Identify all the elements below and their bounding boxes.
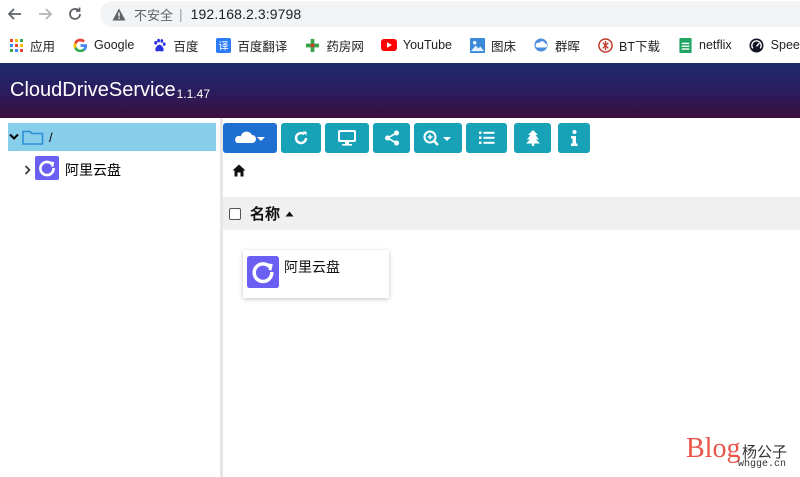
bookmark-label: 药房网 [326, 39, 364, 54]
home-icon [232, 164, 246, 177]
folder-icon [22, 129, 44, 145]
aliyun-drive-logo-icon [247, 256, 279, 293]
monitor-icon [338, 130, 356, 146]
bookmark-netflix[interactable]: netflix [677, 37, 732, 53]
tree-item-aliyun[interactable]: 阿里云盘 [22, 155, 121, 185]
cloud-dropdown-button[interactable] [223, 123, 277, 153]
reload-button[interactable] [60, 0, 90, 28]
zoom-dropdown-button[interactable] [414, 123, 462, 153]
column-header-name[interactable]: 名称 [250, 203, 280, 224]
baidu-paw-icon [151, 37, 167, 53]
forward-button[interactable] [30, 0, 60, 28]
bookmark-bt-download[interactable]: BT下载 [597, 36, 660, 55]
bookmark-label: 百度 [173, 39, 199, 54]
back-arrow-icon [7, 8, 21, 20]
file-list-header: 名称 [223, 197, 800, 230]
apps-grid-icon [8, 37, 24, 53]
reload-icon [69, 7, 81, 20]
refresh-icon [294, 131, 308, 145]
bt-download-icon [597, 37, 613, 53]
toolbar [223, 123, 594, 153]
bookmark-label: 百度翻译 [237, 39, 288, 54]
bookmark-label: 图床 [491, 39, 517, 54]
info-icon [571, 130, 578, 146]
image-icon [469, 37, 485, 53]
forward-arrow-icon [39, 8, 53, 20]
sheet-icon [677, 37, 693, 53]
speedtest-icon [749, 37, 765, 53]
chevron-down-icon[interactable] [8, 133, 20, 141]
bookmark-label: YouTube [402, 38, 452, 52]
youtube-icon [380, 37, 397, 53]
omnibox-separator: | [179, 6, 183, 22]
folder-tree-sidebar: / 阿里云盘 [0, 118, 220, 477]
refresh-button[interactable] [281, 123, 321, 153]
monitor-button[interactable] [325, 123, 369, 153]
bookmark-synology[interactable]: 群晖 [533, 36, 580, 55]
tree-icon [525, 130, 540, 146]
select-all-checkbox[interactable] [229, 207, 241, 220]
sort-ascending-icon[interactable] [285, 211, 294, 217]
bookmark-speedtest[interactable]: Speedt [749, 37, 800, 53]
google-icon [72, 37, 88, 53]
tree-root-label: / [49, 129, 53, 145]
svg-text:译: 译 [218, 40, 228, 52]
watermark-brand: Blog [686, 433, 741, 464]
zoom-in-icon [423, 130, 451, 146]
omnibox[interactable]: 不安全 | 192.168.2.3:9798 [100, 1, 800, 27]
cloud-icon [235, 131, 265, 143]
tree-view-button[interactable] [514, 123, 551, 153]
bookmark-youtube[interactable]: YouTube [380, 37, 452, 53]
chevron-right-icon[interactable] [22, 165, 32, 175]
app-title: CloudDriveService [10, 79, 176, 101]
bookmark-label: Speedt [770, 38, 800, 52]
tree-item-label: 阿里云盘 [65, 162, 121, 178]
bookmark-label: netflix [699, 38, 732, 52]
synology-cloud-icon [533, 37, 549, 53]
tree-root-item[interactable]: / [8, 123, 216, 151]
file-card-label: 阿里云盘 [284, 259, 340, 275]
pane-divider[interactable] [220, 118, 223, 477]
bookmarks-bar: 应用 Google 百度 译 百度翻译 药房网 YouTube 图床 群晖 BT… [0, 30, 800, 60]
watermark-site: whgge.cn [738, 459, 787, 470]
bookmark-baidu[interactable]: 百度 [151, 36, 198, 55]
bookmark-image-host[interactable]: 图床 [469, 36, 516, 55]
bookmark-pharmacy[interactable]: 药房网 [304, 36, 364, 55]
url-text[interactable]: 192.168.2.3:9798 [191, 6, 302, 22]
info-button[interactable] [558, 123, 590, 153]
bookmark-label: Google [94, 38, 135, 52]
blog-watermark: Blog 杨公子 whgge.cn [686, 433, 796, 473]
app-version: 1.1.47 [176, 86, 210, 101]
bookmark-baidu-translate[interactable]: 译 百度翻译 [215, 36, 287, 55]
bookmark-apps[interactable]: 应用 [8, 36, 55, 55]
share-icon [384, 130, 399, 146]
share-button[interactable] [373, 123, 410, 153]
back-button[interactable] [0, 0, 30, 28]
list-view-button[interactable] [466, 123, 507, 153]
list-icon [478, 131, 494, 144]
browser-address-bar: 不安全 | 192.168.2.3:9798 [0, 0, 800, 28]
bookmark-google[interactable]: Google [72, 37, 134, 53]
baidu-translate-icon: 译 [215, 37, 231, 53]
bookmark-label: BT下载 [619, 39, 661, 54]
breadcrumb-home[interactable] [232, 164, 252, 182]
pharmacy-icon [304, 37, 320, 53]
bookmark-label: 群晖 [555, 39, 581, 54]
file-card-aliyun[interactable]: 阿里云盘 [243, 250, 389, 298]
bookmark-label: 应用 [30, 39, 56, 54]
warning-icon [112, 7, 126, 21]
app-header: CloudDriveService 1.1.47 [0, 63, 800, 118]
security-label[interactable]: 不安全 [134, 5, 173, 24]
aliyun-drive-logo-icon [35, 155, 59, 185]
